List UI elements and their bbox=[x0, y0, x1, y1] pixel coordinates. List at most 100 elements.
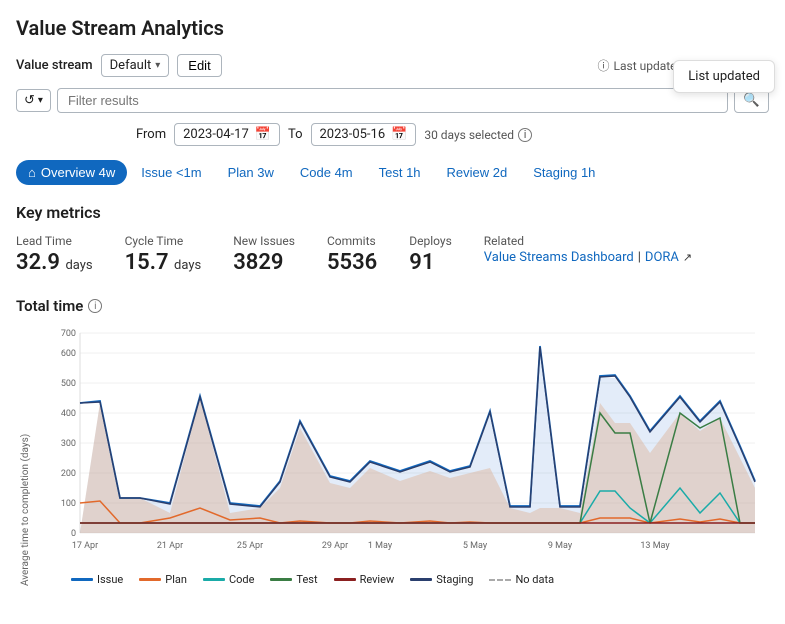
dora-link[interactable]: DORA bbox=[645, 250, 679, 265]
vsd-link[interactable]: Value Streams Dashboard bbox=[484, 250, 634, 265]
calendar-to-icon: 📅 bbox=[391, 127, 407, 142]
value-stream-select[interactable]: Default ▾ bbox=[101, 54, 170, 77]
commits-label: Commits bbox=[327, 234, 377, 248]
legend-test: Test bbox=[270, 573, 317, 586]
staging-legend-line bbox=[410, 578, 432, 581]
staging-legend-label: Staging bbox=[436, 573, 473, 586]
commits-value: 5536 bbox=[327, 250, 377, 275]
legend-staging: Staging bbox=[410, 573, 473, 586]
svg-text:400: 400 bbox=[61, 409, 76, 419]
key-metrics-title: Key metrics bbox=[16, 203, 769, 222]
edit-button[interactable]: Edit bbox=[177, 54, 221, 77]
svg-text:600: 600 bbox=[61, 349, 76, 359]
toolbar: Value stream Default ▾ Edit ⓘ Last updat… bbox=[16, 54, 769, 77]
filter-row: ↺ ▾ 🔍 bbox=[16, 87, 769, 113]
filter-history-button[interactable]: ↺ ▾ bbox=[16, 89, 51, 112]
total-time-info-icon[interactable]: i bbox=[88, 299, 102, 313]
tab-issue[interactable]: Issue <1m bbox=[129, 160, 213, 185]
new-issues-label: New Issues bbox=[233, 234, 295, 248]
chart-legend: Issue Plan Code Test Review Staging bbox=[31, 573, 769, 586]
info-days-icon: i bbox=[518, 128, 532, 142]
calendar-from-icon: 📅 bbox=[255, 127, 271, 142]
history-icon: ↺ bbox=[24, 93, 35, 108]
chevron-down-icon: ▾ bbox=[155, 60, 160, 71]
svg-text:200: 200 bbox=[61, 469, 76, 479]
tab-plan[interactable]: Plan 3w bbox=[216, 160, 286, 185]
clock-icon: ⓘ bbox=[598, 57, 610, 74]
tab-staging[interactable]: Staging 1h bbox=[521, 160, 607, 185]
legend-code: Code bbox=[203, 573, 254, 586]
svg-text:13 May: 13 May bbox=[640, 541, 670, 551]
chart-area: Average time to completion (days) 0 100 … bbox=[16, 323, 769, 586]
metric-deploys: Deploys 91 bbox=[409, 234, 452, 275]
deploys-label: Deploys bbox=[409, 234, 452, 248]
svg-text:700: 700 bbox=[61, 329, 76, 339]
legend-review: Review bbox=[334, 573, 395, 586]
legend-issue: Issue bbox=[71, 573, 123, 586]
metrics-row: Lead Time 32.9 days Cycle Time 15.7 days… bbox=[16, 234, 769, 275]
stage-tabs: ⌂ Overview 4w Issue <1m Plan 3w Code 4m … bbox=[16, 160, 769, 185]
lead-time-value: 32.9 days bbox=[16, 250, 93, 275]
notification-toast: List updated bbox=[673, 60, 775, 93]
from-date-value: 2023-04-17 bbox=[183, 127, 249, 142]
from-date-input[interactable]: 2023-04-17 📅 bbox=[174, 123, 280, 146]
y-axis-label: Average time to completion (days) bbox=[16, 323, 31, 586]
legend-no-data: No data bbox=[489, 573, 554, 586]
svg-text:21 Apr: 21 Apr bbox=[157, 541, 183, 551]
from-label: From bbox=[136, 127, 166, 142]
tab-overview[interactable]: ⌂ Overview 4w bbox=[16, 160, 127, 185]
new-issues-value: 3829 bbox=[233, 250, 295, 275]
metric-related: Related Value Streams Dashboard | DORA ↗ bbox=[484, 234, 692, 265]
notification-text: List updated bbox=[688, 69, 760, 84]
metric-cycle-time: Cycle Time 15.7 days bbox=[125, 234, 202, 275]
svg-text:17 Apr: 17 Apr bbox=[72, 541, 98, 551]
chevron-history-icon: ▾ bbox=[38, 95, 43, 106]
metric-commits: Commits 5536 bbox=[327, 234, 377, 275]
legend-plan: Plan bbox=[139, 573, 187, 586]
lead-time-label: Lead Time bbox=[16, 234, 93, 248]
date-row: From 2023-04-17 📅 To 2023-05-16 📅 30 day… bbox=[16, 123, 769, 146]
svg-text:5 May: 5 May bbox=[463, 541, 488, 551]
total-time-header: Total time i bbox=[16, 297, 769, 315]
filter-input[interactable] bbox=[57, 88, 728, 113]
chart-inner: 0 100 200 300 400 500 600 700 bbox=[31, 323, 769, 586]
svg-text:300: 300 bbox=[61, 439, 76, 449]
to-date-value: 2023-05-16 bbox=[320, 127, 386, 142]
svg-text:100: 100 bbox=[61, 499, 76, 509]
cycle-time-label: Cycle Time bbox=[125, 234, 202, 248]
code-legend-label: Code bbox=[229, 573, 254, 586]
svg-text:25 Apr: 25 Apr bbox=[237, 541, 263, 551]
svg-text:29 Apr: 29 Apr bbox=[322, 541, 348, 551]
page-title: Value Stream Analytics bbox=[16, 16, 769, 40]
cycle-time-value: 15.7 days bbox=[125, 250, 202, 275]
vs-label: Value stream bbox=[16, 58, 93, 73]
search-icon: 🔍 bbox=[743, 92, 760, 107]
related-links: Value Streams Dashboard | DORA ↗ bbox=[484, 250, 692, 265]
tab-review[interactable]: Review 2d bbox=[435, 160, 520, 185]
issue-legend-line bbox=[71, 578, 93, 581]
total-time-title: Total time bbox=[16, 297, 83, 315]
no-data-legend-line bbox=[489, 579, 511, 581]
tab-test[interactable]: Test 1h bbox=[367, 160, 433, 185]
tab-code[interactable]: Code 4m bbox=[288, 160, 365, 185]
x-axis-labels: 17 Apr 21 Apr 25 Apr 29 Apr 1 May 5 May … bbox=[72, 541, 671, 551]
to-label: To bbox=[288, 127, 303, 142]
external-link-icon: ↗ bbox=[683, 251, 692, 264]
vs-value: Default bbox=[110, 58, 152, 73]
review-legend-line bbox=[334, 578, 356, 581]
svg-text:500: 500 bbox=[61, 379, 76, 389]
review-legend-label: Review bbox=[360, 573, 395, 586]
plan-legend-label: Plan bbox=[165, 573, 187, 586]
chart-svg: 0 100 200 300 400 500 600 700 bbox=[31, 323, 769, 563]
to-date-input[interactable]: 2023-05-16 📅 bbox=[311, 123, 417, 146]
home-icon: ⌂ bbox=[28, 165, 36, 180]
test-legend-label: Test bbox=[296, 573, 317, 586]
issue-legend-label: Issue bbox=[97, 573, 123, 586]
metric-lead-time: Lead Time 32.9 days bbox=[16, 234, 93, 275]
days-badge: 30 days selected i bbox=[424, 128, 532, 142]
plan-legend-line bbox=[139, 578, 161, 581]
deploys-value: 91 bbox=[409, 250, 452, 275]
svg-text:0: 0 bbox=[71, 529, 76, 539]
no-data-legend-label: No data bbox=[515, 573, 554, 586]
svg-text:1 May: 1 May bbox=[368, 541, 393, 551]
